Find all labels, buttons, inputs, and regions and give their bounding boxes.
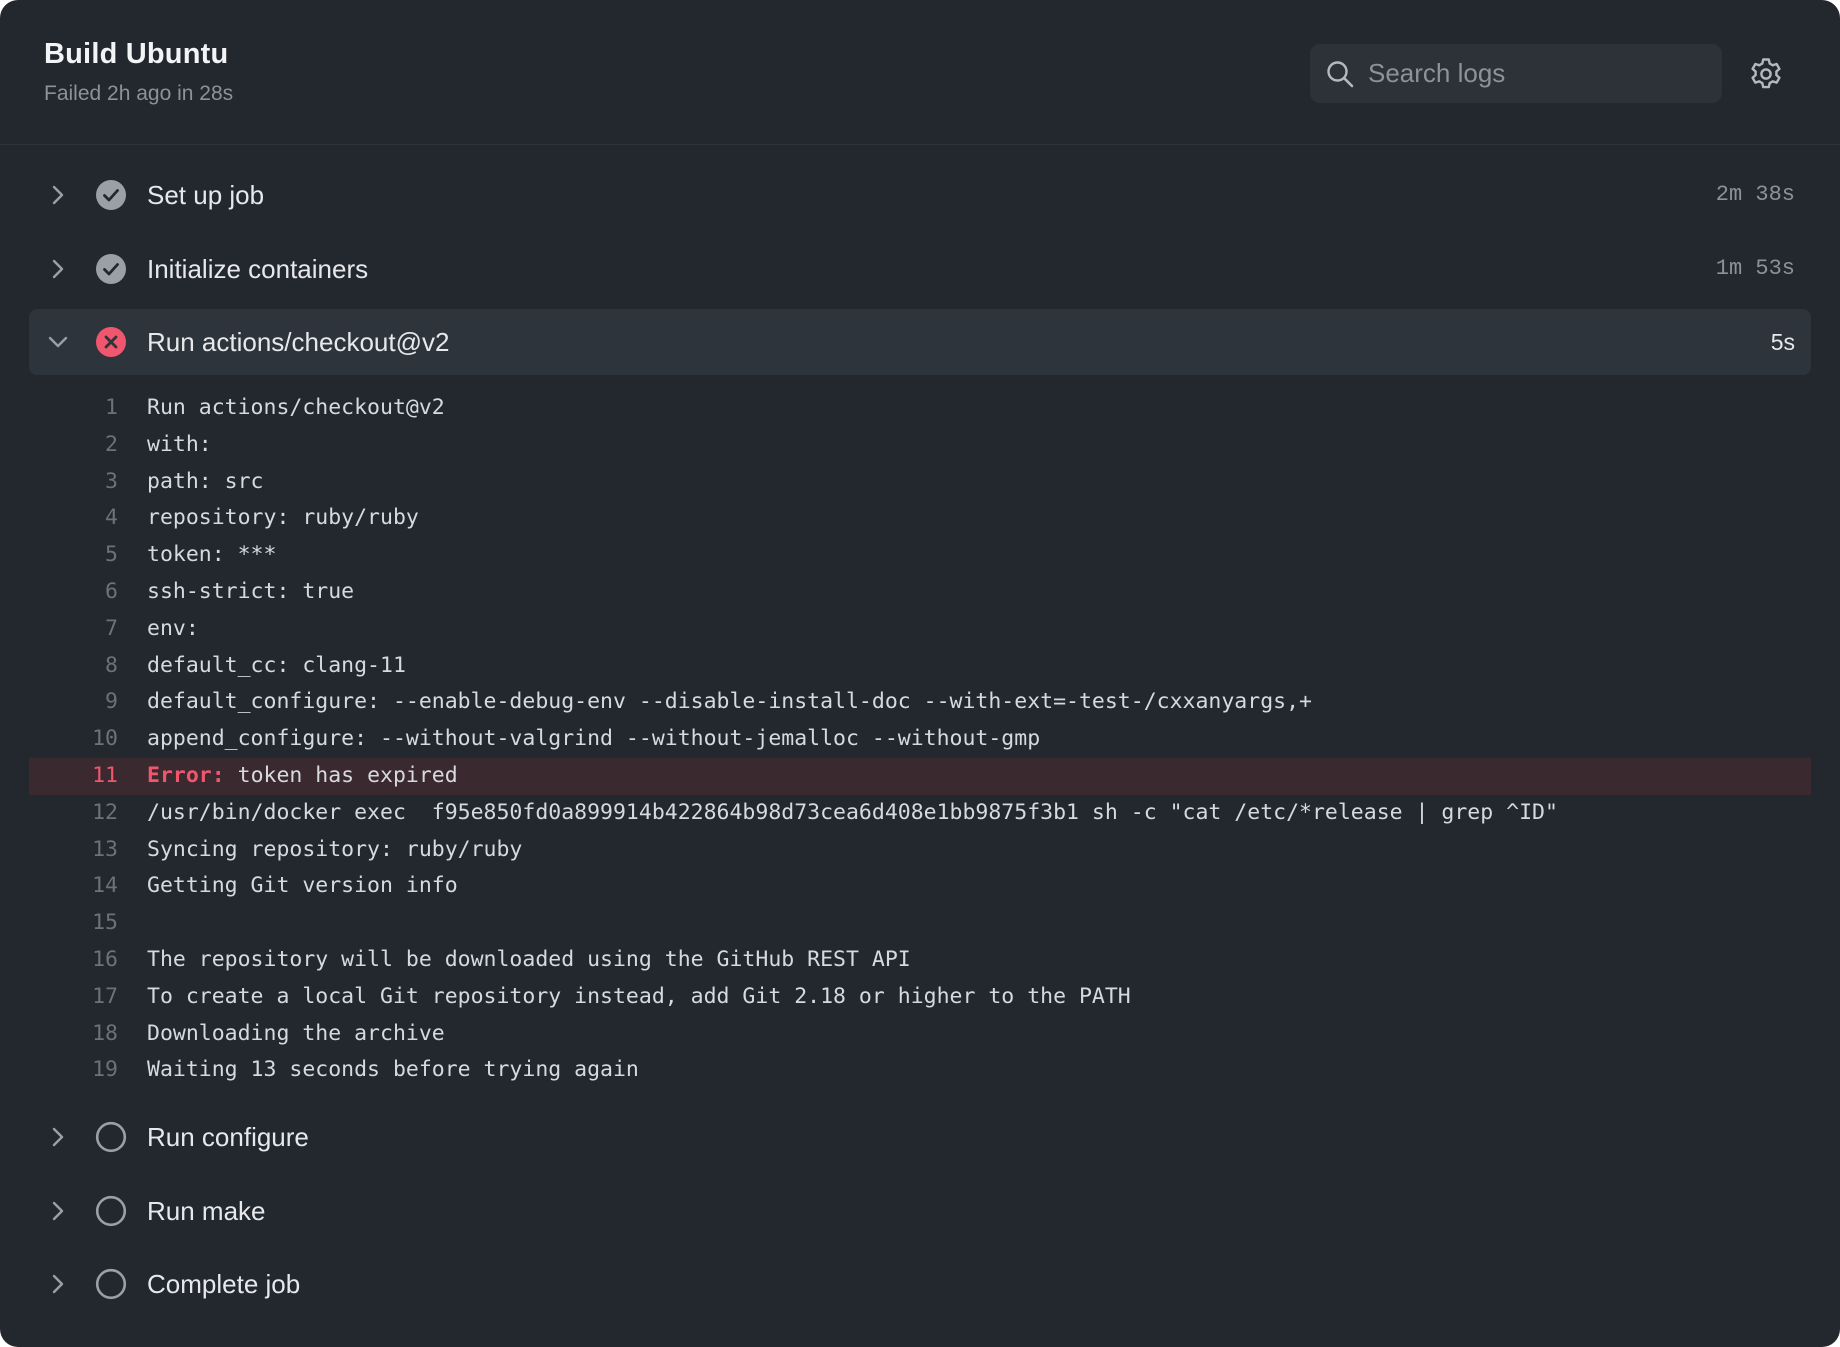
header: Build Ubuntu Failed 2h ago in 28s xyxy=(0,0,1840,145)
line-number: 17 xyxy=(92,983,118,1009)
line-text: append_configure: --without-valgrind --w… xyxy=(147,726,1041,752)
log-line: 17 To create a local Git repository inste… xyxy=(29,979,1811,1016)
line-number: 5 xyxy=(105,542,118,568)
step-label: Run configure xyxy=(147,1122,309,1152)
line-text: The repository will be downloaded using … xyxy=(147,946,911,972)
check-circle-icon xyxy=(96,254,126,284)
line-number: 2 xyxy=(105,431,118,457)
line-text: with: xyxy=(147,431,212,457)
line-text: To create a local Git repository instead… xyxy=(147,983,1131,1009)
search-icon xyxy=(1327,61,1354,88)
log-line: 7 env: xyxy=(29,611,1811,648)
line-number: 19 xyxy=(92,1057,118,1083)
log-line: 10 append_configure: --without-valgrind -… xyxy=(29,721,1811,758)
log-line: 18 Downloading the archive xyxy=(29,1016,1811,1053)
step-label: Set up job xyxy=(147,180,265,210)
line-text: Run actions/checkout@v2 xyxy=(147,395,445,420)
log-line: 12/usr/bin/docker exec f95e850fd0a899914… xyxy=(29,795,1811,832)
line-text: Getting Git version info xyxy=(147,873,458,899)
step-set-up-job[interactable]: Set up job 2m 38s xyxy=(29,162,1811,228)
line-number: 12 xyxy=(92,799,118,825)
search-box[interactable] xyxy=(1310,44,1722,103)
line-text: Downloading the archive xyxy=(147,1020,445,1046)
step-duration: 5s xyxy=(1770,329,1795,355)
log-line: 1 Run actions/checkout@v2 xyxy=(29,390,1811,427)
step-label: Initialize containers xyxy=(147,254,369,284)
line-text: Error: token has expired xyxy=(147,758,458,795)
line-number: 13 xyxy=(92,836,118,862)
job-log-window: Build Ubuntu Failed 2h ago in 28s Set up… xyxy=(0,0,1840,1347)
chevron-right-icon[interactable] xyxy=(47,258,69,280)
log-line: 5 token: *** xyxy=(29,537,1811,574)
log-line: 14 Getting Git version info xyxy=(29,868,1811,905)
chevron-right-icon[interactable] xyxy=(47,1126,69,1148)
log-line: 13 Syncing repository: ruby/ruby xyxy=(29,832,1811,869)
step-label: Complete job xyxy=(147,1269,301,1299)
log-line-error: 11 Error: token has expired xyxy=(29,757,1811,795)
line-text: Waiting 13 seconds before trying again xyxy=(147,1057,639,1083)
line-text: ssh-strict: true xyxy=(147,578,355,604)
error-label: Error: xyxy=(147,762,225,788)
log-line: 2 with: xyxy=(29,427,1811,464)
page-title: Build Ubuntu xyxy=(44,38,229,70)
line-text: default_configure: --enable-debug-env --… xyxy=(147,689,1312,715)
empty-circle-icon xyxy=(95,1268,127,1300)
step-label: Run actions/checkout@v2 xyxy=(147,327,450,357)
log-line: 9 default_configure: --enable-debug-env -… xyxy=(29,684,1811,721)
line-number: 3 xyxy=(105,468,118,494)
chevron-right-icon[interactable] xyxy=(47,1200,69,1222)
chevron-right-icon[interactable] xyxy=(47,184,69,206)
line-text: /usr/bin/docker exec f95e850fd0a899914b4… xyxy=(147,799,1558,825)
log-line: 19 Waiting 13 seconds before trying again xyxy=(29,1052,1811,1089)
search-input[interactable] xyxy=(1360,44,1710,103)
log-output: 1 Run actions/checkout@v2 2 with: 3 path: s… xyxy=(29,390,1811,1089)
line-number: 18 xyxy=(92,1020,118,1046)
job-status-text: Failed 2h ago in 28s xyxy=(44,82,234,105)
log-line: 16 The repository will be downloaded usin… xyxy=(29,942,1811,979)
line-text: env: xyxy=(147,615,199,641)
line-number: 6 xyxy=(105,578,118,604)
step-run-make[interactable]: Run make xyxy=(29,1178,1811,1244)
line-number: 9 xyxy=(105,689,118,715)
line-number: 4 xyxy=(105,505,118,531)
chevron-down-icon[interactable] xyxy=(47,331,69,353)
line-text: repository: ruby/ruby xyxy=(147,505,419,531)
gear-icon[interactable] xyxy=(1748,56,1784,92)
log-line: 15 xyxy=(29,905,1811,942)
line-number: 16 xyxy=(92,946,118,972)
step-run-configure[interactable]: Run configure xyxy=(29,1104,1811,1170)
step-complete-job[interactable]: Complete job xyxy=(29,1251,1811,1317)
error-message: token has expired xyxy=(237,762,458,788)
line-number: 15 xyxy=(92,910,118,936)
chevron-right-icon[interactable] xyxy=(47,1273,69,1295)
step-duration: 1m 53s xyxy=(1715,256,1795,281)
line-text: token: *** xyxy=(147,542,277,568)
line-number: 1 xyxy=(105,395,118,420)
log-line: 6 ssh-strict: true xyxy=(29,574,1811,611)
x-circle-icon xyxy=(96,327,126,357)
log-line: 4 repository: ruby/ruby xyxy=(29,500,1811,537)
step-label: Run make xyxy=(147,1196,266,1226)
line-text: default_cc: clang-11 xyxy=(147,652,406,678)
line-number: 14 xyxy=(92,873,118,899)
empty-circle-icon xyxy=(95,1195,127,1227)
check-circle-icon xyxy=(96,180,126,210)
step-duration: 2m 38s xyxy=(1715,182,1795,207)
line-number: 8 xyxy=(105,652,118,678)
step-initialize-containers[interactable]: Initialize containers 1m 53s xyxy=(29,236,1811,302)
empty-circle-icon xyxy=(95,1121,127,1153)
log-line: 3 path: src xyxy=(29,464,1811,501)
line-text: Syncing repository: ruby/ruby xyxy=(147,836,523,862)
log-line: 8 default_cc: clang-11 xyxy=(29,648,1811,685)
line-number: 11 xyxy=(92,762,118,788)
step-run-checkout[interactable]: Run actions/checkout@v2 5s xyxy=(29,309,1811,375)
line-text: path: src xyxy=(147,468,264,494)
line-number: 10 xyxy=(92,726,118,752)
line-number: 7 xyxy=(105,615,118,641)
